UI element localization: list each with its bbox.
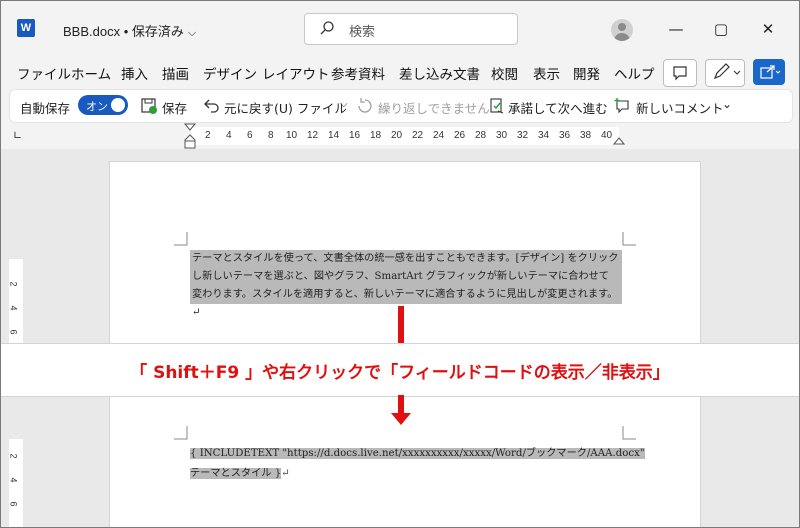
document-title[interactable]: BBB.docx • 保存済み ⌵ xyxy=(63,21,196,40)
vruler-tick: 2 xyxy=(8,453,19,459)
new-comment-icon[interactable] xyxy=(614,97,632,115)
undo-button[interactable]: 元に戻す(U) ファイル xyxy=(224,98,347,117)
ruler-tick: 30 xyxy=(496,130,508,141)
chevron-down-icon: ⌵ xyxy=(187,27,197,39)
word-icon: W xyxy=(17,19,35,37)
tab-help[interactable]: ヘルプ xyxy=(614,63,655,83)
horizontal-ruler: ∟ 2 4 6 8 10 12 14 16 18 20 22 24 26 28 … xyxy=(1,123,799,149)
field-code-line: { INCLUDETEXT "https://d.docs.live.net/x… xyxy=(190,448,645,459)
autosave-toggle[interactable]: オン xyxy=(78,95,128,115)
tab-mailings[interactable]: 差し込み文書 xyxy=(399,63,480,83)
crop-mark-icon xyxy=(622,232,636,246)
ruler-tick: 20 xyxy=(391,130,403,141)
document-title-text: BBB.docx • 保存済み xyxy=(63,24,184,39)
ruler-tick: 24 xyxy=(433,130,445,141)
accept-change-icon[interactable] xyxy=(488,97,506,115)
vruler-tick: 6 xyxy=(8,501,19,507)
crop-mark-icon xyxy=(174,426,188,440)
document-page[interactable]: テーマとスタイルを使って、文書全体の統一感を出すこともできます。[デザイン] を… xyxy=(109,161,701,349)
text-line: テーマとスタイルを使って、文書全体の統一感を出すこともできます。[デザイン] を… xyxy=(192,253,619,264)
ruler-tick: 16 xyxy=(349,130,361,141)
field-code-line: テーマとスタイル } xyxy=(190,468,282,479)
indent-marker-icon[interactable] xyxy=(184,123,196,149)
instruction-text: 「 Shift＋F9 」や右クリックで「フィールドコードの表示／非表示」 xyxy=(130,363,670,383)
arrow-line xyxy=(398,395,404,415)
tab-file[interactable]: ファイル xyxy=(17,63,71,83)
crop-mark-icon xyxy=(622,426,636,440)
ruler-tick: 40 xyxy=(601,130,613,141)
vruler-tick: 4 xyxy=(8,477,19,483)
ruler-tick: 6 xyxy=(247,130,253,141)
save-icon[interactable] xyxy=(140,97,158,115)
ruler-tick: 10 xyxy=(286,130,298,141)
ruler-tick: 34 xyxy=(538,130,550,141)
tab-layout[interactable]: レイアウト xyxy=(262,63,330,83)
search-placeholder: 検索 xyxy=(349,24,376,39)
save-button[interactable]: 保存 xyxy=(162,98,187,117)
text-line: し新しいテーマを選ぶと、図やグラフ、SmartArt グラフィックが新しいテーマ… xyxy=(192,271,609,282)
tab-review[interactable]: 校閲 xyxy=(491,63,518,83)
ruler-tick: 22 xyxy=(412,130,424,141)
chevron-down-icon[interactable]: ⌵ xyxy=(340,99,348,110)
autosave-toggle-label: オン xyxy=(86,100,108,113)
vruler-tick: 2 xyxy=(8,281,19,287)
ruler-tick: 18 xyxy=(370,130,382,141)
maximize-icon[interactable]: ▢ xyxy=(706,15,736,43)
arrow-head-icon xyxy=(391,413,411,425)
ruler-tick: 32 xyxy=(517,130,529,141)
ruler-tick: 36 xyxy=(559,130,571,141)
autosave-label: 自動保存 xyxy=(20,101,71,116)
search-box[interactable]: 検索 xyxy=(304,13,518,45)
tab-draw[interactable]: 描画 xyxy=(162,63,189,83)
redo-icon xyxy=(358,98,372,113)
quick-access-toolbar: 自動保存 オン 保存 元に戻す(U) ファイル ⌵ 繰り返しできません 承諾して… xyxy=(9,89,793,123)
customize-toolbar-icon[interactable]: ⌄ xyxy=(722,97,732,111)
ruler-tick: 2 xyxy=(205,130,211,141)
ruler-tick: 8 xyxy=(268,130,274,141)
comments-button[interactable] xyxy=(663,59,697,87)
accept-next-button[interactable]: 承諾して次へ進む xyxy=(508,98,608,117)
ruler-tick: 26 xyxy=(454,130,466,141)
toggle-knob xyxy=(111,98,125,112)
vertical-ruler: 2 4 6 xyxy=(9,259,23,345)
ruler-tick: 12 xyxy=(307,130,319,141)
word-window: W BBB.docx • 保存済み ⌵ 検索 — ▢ ✕ ファイル ホーム 挿入 … xyxy=(0,0,800,528)
tab-developer[interactable]: 開発 xyxy=(573,63,600,83)
title-bar: W BBB.docx • 保存済み ⌵ 検索 — ▢ ✕ xyxy=(1,1,799,59)
undo-icon[interactable] xyxy=(202,97,220,115)
arrow-line xyxy=(398,306,404,343)
pencil-icon xyxy=(713,63,741,80)
share-icon xyxy=(760,65,781,79)
new-comment-button[interactable]: 新しいコメント xyxy=(636,98,724,117)
minimize-icon[interactable]: — xyxy=(661,15,691,43)
share-button[interactable] xyxy=(753,59,785,85)
text-line: 変わります。スタイルを適用すると、新しいテーマに適合するように見出しが変更されま… xyxy=(192,289,618,318)
close-icon[interactable]: ✕ xyxy=(753,15,783,43)
selected-text-block[interactable]: テーマとスタイルを使って、文書全体の統一感を出すこともできます。[デザイン] を… xyxy=(190,250,622,318)
vruler-tick: 6 xyxy=(8,329,19,335)
ruler-tick: 38 xyxy=(580,130,592,141)
vruler-tick: 4 xyxy=(8,305,19,311)
vertical-ruler: 2 4 6 xyxy=(8,439,23,527)
tab-references[interactable]: 参考資料 xyxy=(331,63,385,83)
tab-home[interactable]: ホーム xyxy=(71,63,111,83)
field-code-block[interactable]: { INCLUDETEXT "https://d.docs.live.net/x… xyxy=(190,444,645,484)
editing-mode-button[interactable] xyxy=(705,59,745,87)
paragraph-mark: ↵ xyxy=(281,468,290,479)
crop-mark-icon xyxy=(174,232,188,246)
account-avatar-icon[interactable] xyxy=(611,19,633,41)
tab-insert[interactable]: 挿入 xyxy=(121,63,148,83)
ruler-tick: 14 xyxy=(328,130,340,141)
tab-design[interactable]: デザイン xyxy=(203,63,257,83)
right-indent-marker-icon[interactable] xyxy=(613,133,625,145)
tab-view[interactable]: 表示 xyxy=(533,63,560,83)
redo-button: 繰り返しできません xyxy=(378,101,490,116)
ruler-bar[interactable]: 2 4 6 8 10 12 14 16 18 20 22 24 26 28 30… xyxy=(191,127,619,145)
search-icon xyxy=(320,21,334,35)
instruction-banner: 「 Shift＋F9 」や右クリックで「フィールドコードの表示／非表示」 xyxy=(1,343,799,397)
ruler-tick: 4 xyxy=(226,130,232,141)
comment-icon xyxy=(673,66,687,81)
ruler-tick: 28 xyxy=(475,130,487,141)
tab-stop-icon[interactable]: ∟ xyxy=(13,129,22,142)
